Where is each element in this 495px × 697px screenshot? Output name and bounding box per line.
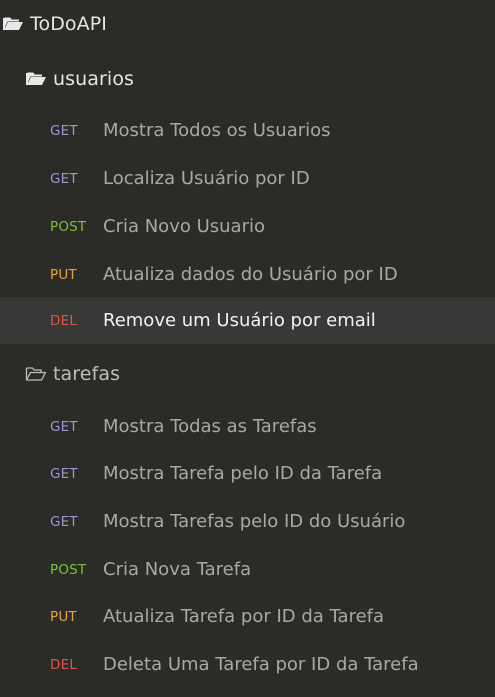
- request-name: Mostra Todos os Usuarios: [103, 120, 331, 141]
- request-name: Mostra Tarefa pelo ID da Tarefa: [103, 463, 383, 484]
- folder-row-usuarios[interactable]: usuarios: [0, 55, 495, 102]
- folder-outline-icon: [25, 365, 47, 383]
- folder-open-icon: [2, 15, 24, 33]
- request-name: Localiza Usuário por ID: [103, 168, 310, 189]
- method-badge: DEL: [50, 312, 78, 329]
- method-badge: PUT: [50, 608, 77, 625]
- method-badge: GET: [50, 513, 78, 530]
- collection-name: ToDoAPI: [30, 12, 108, 35]
- folder-name: usuarios: [53, 67, 135, 90]
- request-row[interactable]: GET Mostra Todos os Usuarios: [0, 107, 495, 154]
- request-row[interactable]: POST Cria Nova Tarefa: [0, 546, 495, 593]
- method-badge: GET: [50, 122, 78, 139]
- request-name: Deleta Uma Tarefa por ID da Tarefa: [103, 654, 419, 675]
- collection-row-todoapi[interactable]: ToDoAPI: [0, 0, 495, 47]
- request-row[interactable]: GET Mostra Todas as Tarefas: [0, 403, 495, 450]
- request-row-selected[interactable]: DEL Remove um Usuário por email: [0, 297, 495, 344]
- request-name: Mostra Tarefas pelo ID do Usuário: [103, 511, 406, 532]
- request-row[interactable]: GET Localiza Usuário por ID: [0, 155, 495, 202]
- request-row[interactable]: PUT Atualiza dados do Usuário por ID: [0, 251, 495, 298]
- request-row[interactable]: GET Mostra Tarefas pelo ID do Usuário: [0, 498, 495, 545]
- request-row[interactable]: PUT Atualiza Tarefa por ID da Tarefa: [0, 593, 495, 640]
- method-badge: DEL: [50, 656, 78, 673]
- method-badge: POST: [50, 218, 87, 235]
- method-badge: GET: [50, 418, 78, 435]
- collection-tree: ToDoAPI usuarios GET Mostra Todos os Usu…: [0, 0, 495, 697]
- folder-open-icon: [25, 70, 47, 88]
- method-badge: GET: [50, 170, 78, 187]
- request-name: Cria Novo Usuario: [103, 216, 265, 237]
- request-name: Atualiza Tarefa por ID da Tarefa: [103, 606, 385, 627]
- folder-name: tarefas: [53, 362, 121, 385]
- folder-row-tarefas[interactable]: tarefas: [0, 350, 495, 397]
- request-name: Remove um Usuário por email: [103, 310, 376, 331]
- request-name: Cria Nova Tarefa: [103, 559, 252, 580]
- method-badge: POST: [50, 561, 87, 578]
- request-name: Mostra Todas as Tarefas: [103, 416, 317, 437]
- request-row[interactable]: POST Cria Novo Usuario: [0, 203, 495, 250]
- request-name: Atualiza dados do Usuário por ID: [103, 264, 398, 285]
- method-badge: GET: [50, 465, 78, 482]
- request-row[interactable]: DEL Deleta Uma Tarefa por ID da Tarefa: [0, 641, 495, 688]
- method-badge: PUT: [50, 266, 77, 283]
- request-row[interactable]: GET Mostra Tarefa pelo ID da Tarefa: [0, 450, 495, 497]
